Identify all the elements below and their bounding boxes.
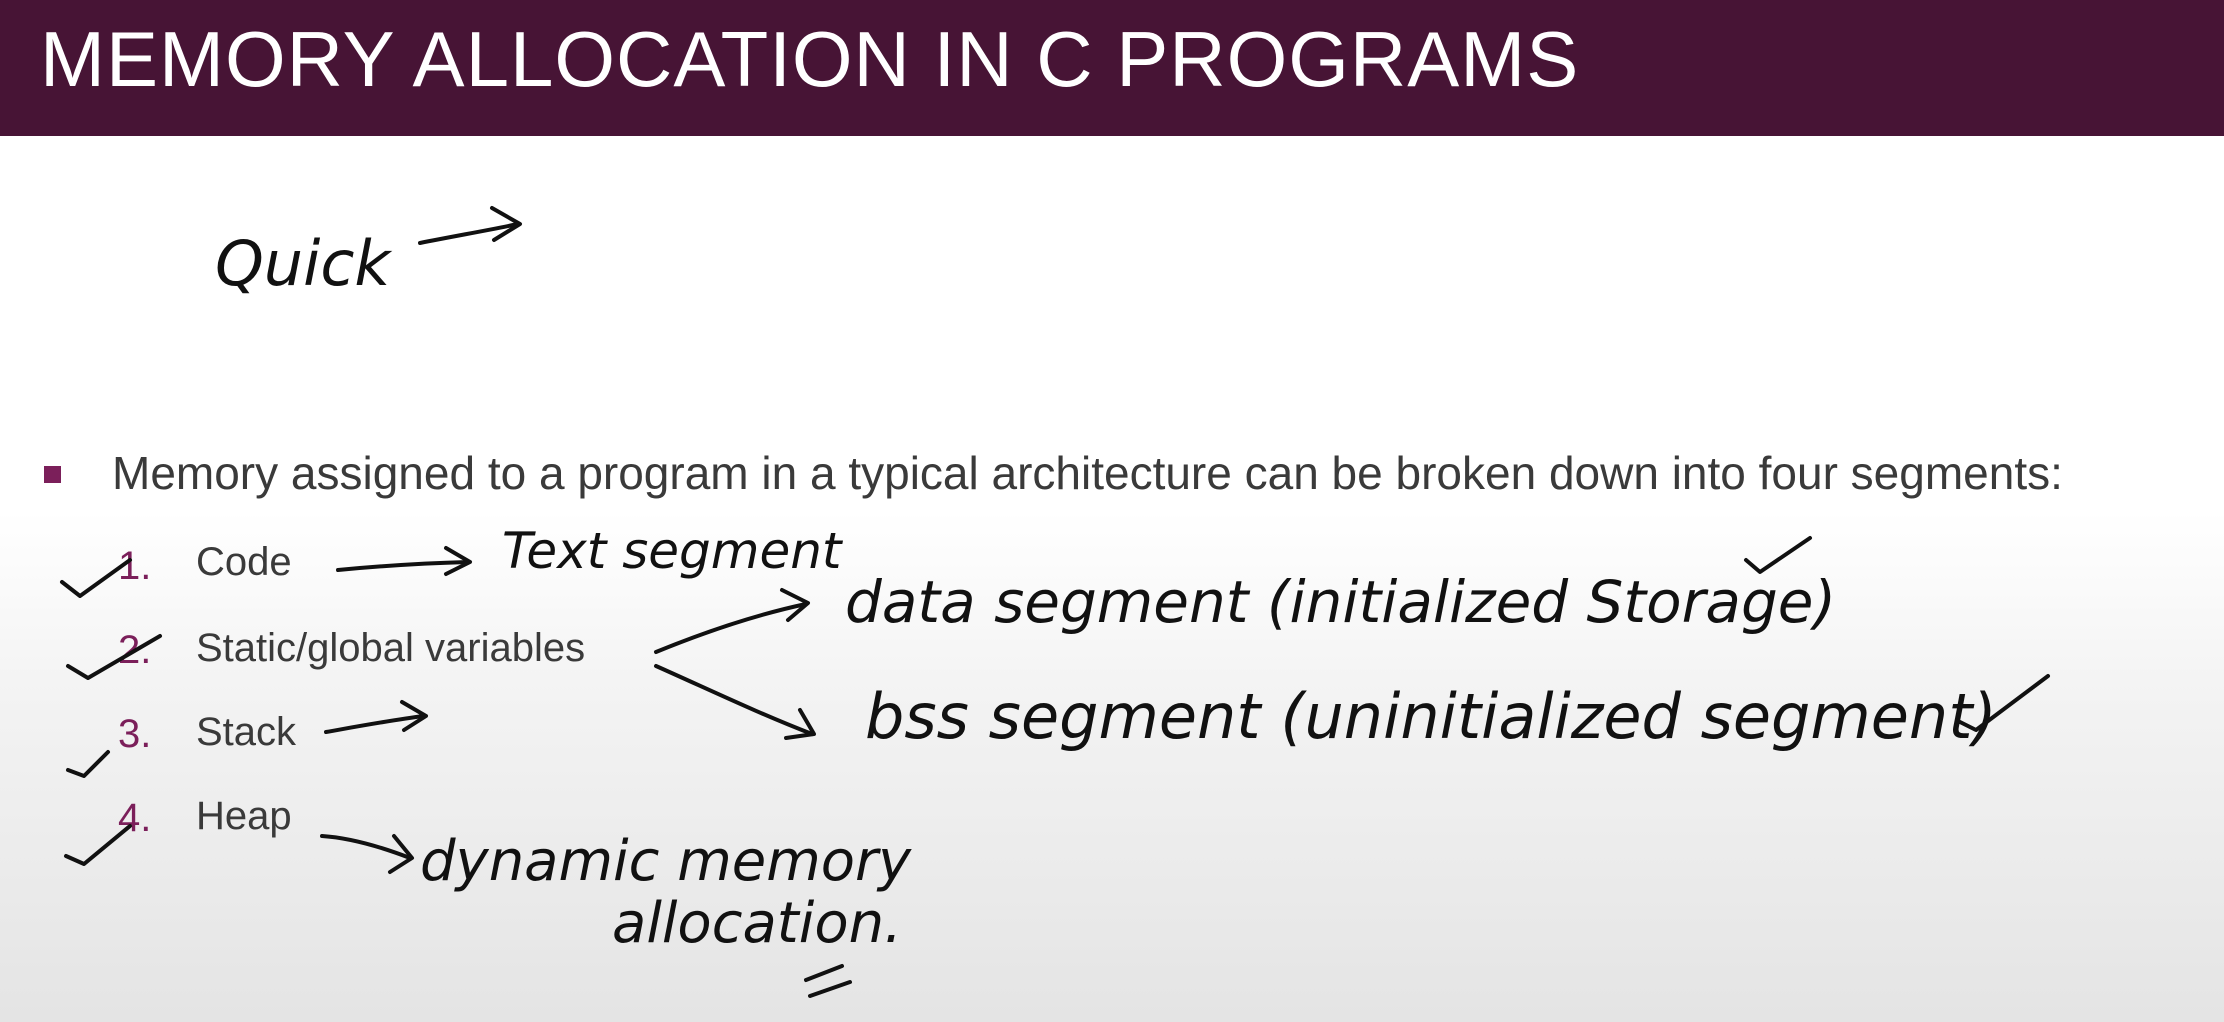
item-number: 3. [118, 712, 152, 756]
stack-arrowhead [400, 700, 428, 732]
heap-note-line1: dynamic memory [420, 829, 912, 894]
double-underline-mark [804, 964, 852, 998]
static-arrowhead-bss [784, 708, 816, 740]
quick-note: Quick [215, 227, 392, 300]
check-icon [66, 750, 110, 778]
item-label-heap: Heap [196, 794, 292, 838]
item-number: 4. [118, 796, 152, 840]
item-label-code: Code [196, 540, 292, 584]
item-label-static-global: Static/global variables [196, 626, 586, 670]
check-icon [1958, 674, 2050, 732]
quick-arrowhead [490, 206, 522, 242]
data-segment-note: data segment (initialized Storage) [845, 568, 1836, 636]
handwritten-annotations: Quick Text segment data segment (initial… [60, 206, 2050, 998]
item-number: 1. [118, 544, 152, 588]
heap-arrow [320, 834, 412, 860]
slide-title: MEMORY ALLOCATION IN C PROGRAMS [40, 15, 1580, 103]
static-arrow-bss [654, 664, 814, 736]
heap-note-line2: allocation. [612, 891, 902, 956]
heap-arrowhead [388, 834, 414, 874]
bullet-marker [44, 466, 61, 483]
item-label-stack: Stack [196, 710, 297, 754]
code-arrowhead [444, 546, 472, 576]
title-bar: MEMORY ALLOCATION IN C PROGRAMS [0, 0, 2224, 136]
check-icon [1744, 536, 1812, 574]
bullet-text: Memory assigned to a program in a typica… [112, 447, 2063, 499]
quick-arrow [418, 222, 520, 245]
text-segment-note: Text segment [502, 522, 844, 580]
bss-segment-note: bss segment (uninitialized segment) [865, 680, 1997, 753]
static-arrowhead-data [780, 588, 810, 622]
item-number: 2. [118, 628, 152, 672]
static-arrow-data [654, 602, 808, 654]
code-arrow [336, 560, 470, 572]
stack-arrow [324, 714, 426, 734]
